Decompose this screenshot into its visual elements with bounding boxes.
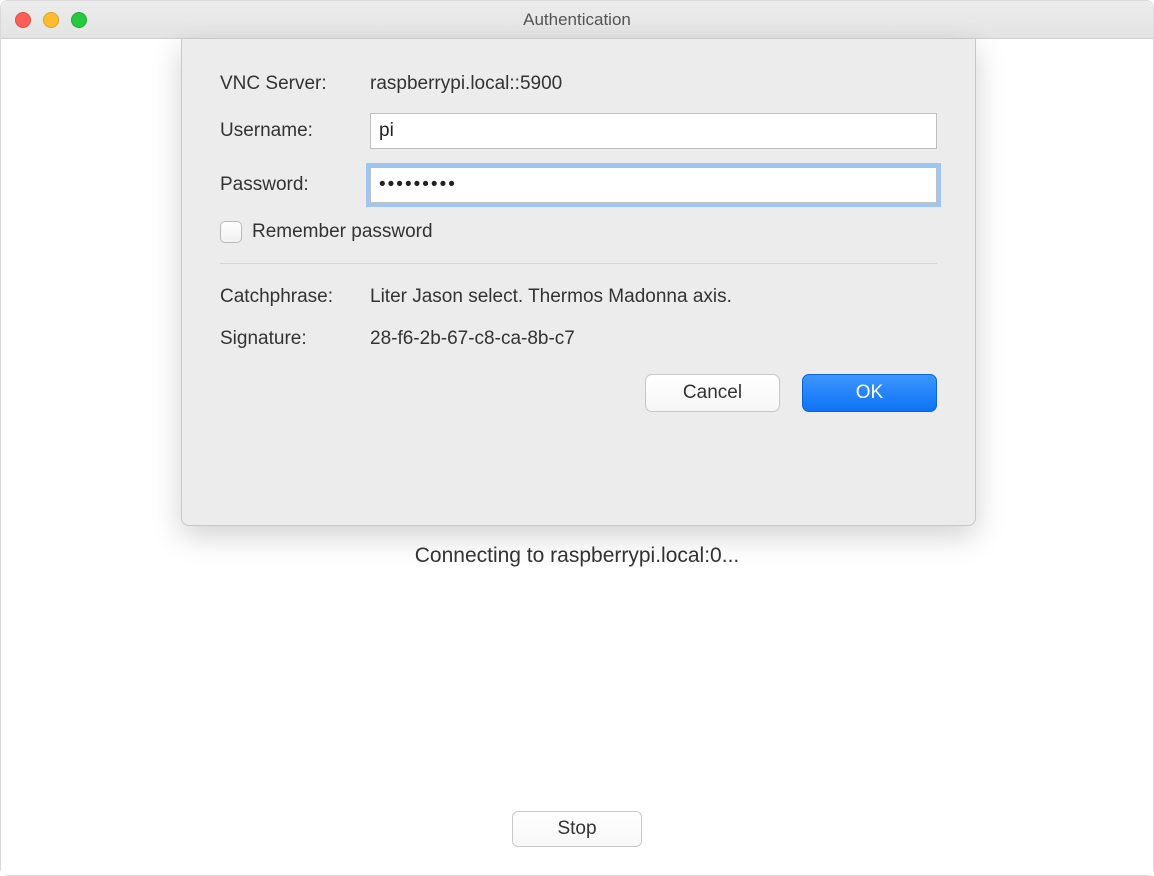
stop-button[interactable]: Stop (512, 811, 642, 847)
connecting-status: Connecting to raspberrypi.local:0... (1, 544, 1153, 568)
password-label: Password: (220, 174, 370, 196)
password-row: Password: (220, 167, 937, 203)
password-field[interactable] (370, 167, 937, 203)
divider (220, 263, 937, 264)
signature-row: Signature: 28-f6-2b-67-c8-ca-8b-c7 (220, 328, 937, 350)
close-icon[interactable] (15, 12, 31, 28)
remember-checkbox[interactable] (220, 221, 242, 243)
remember-label[interactable]: Remember password (252, 221, 433, 243)
catchphrase-label: Catchphrase: (220, 286, 370, 308)
signature-value: 28-f6-2b-67-c8-ca-8b-c7 (370, 328, 575, 350)
server-value: raspberrypi.local::5900 (370, 73, 562, 95)
server-label: VNC Server: (220, 73, 370, 95)
remember-row: Remember password (220, 221, 937, 243)
username-row: Username: (220, 113, 937, 149)
button-row: Cancel OK (220, 374, 937, 412)
ok-button[interactable]: OK (802, 374, 937, 412)
username-label: Username: (220, 120, 370, 142)
titlebar: Authentication (1, 1, 1153, 39)
window-title: Authentication (1, 10, 1153, 30)
server-row: VNC Server: raspberrypi.local::5900 (220, 73, 937, 95)
cancel-button[interactable]: Cancel (645, 374, 780, 412)
catchphrase-value: Liter Jason select. Thermos Madonna axis… (370, 286, 732, 308)
username-field[interactable] (370, 113, 937, 149)
catchphrase-row: Catchphrase: Liter Jason select. Thermos… (220, 286, 937, 308)
traffic-lights (15, 12, 87, 28)
fullscreen-icon[interactable] (71, 12, 87, 28)
signature-label: Signature: (220, 328, 370, 350)
auth-sheet: VNC Server: raspberrypi.local::5900 User… (181, 39, 976, 526)
app-window: Authentication Connecting to raspberrypi… (0, 0, 1154, 876)
minimize-icon[interactable] (43, 12, 59, 28)
